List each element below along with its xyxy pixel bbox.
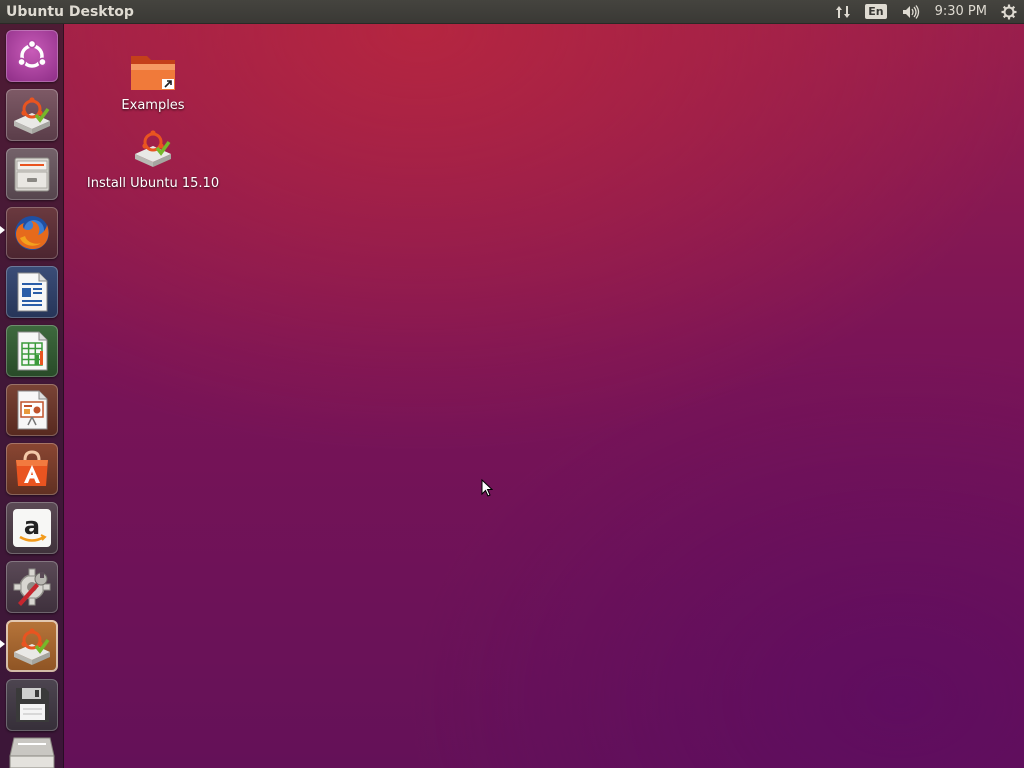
keyboard-layout-label: En [865,4,887,19]
launcher-item-floppy-drive[interactable] [6,679,58,731]
launcher-item-libreoffice-writer[interactable] [6,266,58,318]
svg-text:a: a [24,512,40,540]
launcher-item-amazon[interactable]: a [6,502,58,554]
desktop-icon-examples[interactable]: Examples [113,52,193,113]
folder-link-icon [131,56,175,90]
launcher-item-firefox[interactable] [6,207,58,259]
writer-icon [17,272,48,312]
top-panel: Ubuntu Desktop En 9:30 PM [0,0,1024,24]
running-indicator [0,226,5,234]
installer-icon [14,628,50,665]
mouse-pointer-icon [481,478,494,501]
volume-icon[interactable] [894,0,928,24]
trash-icon [9,737,55,768]
installer-icon [135,130,171,167]
floppy-disk-icon [16,688,49,722]
launcher-item-files[interactable] [6,148,58,200]
launcher-item-libreoffice-calc[interactable] [6,325,58,377]
running-indicator [0,640,5,648]
keyboard-layout-icon[interactable]: En [858,0,893,24]
launcher-item-libreoffice-impress[interactable] [6,384,58,436]
settings-wrench-icon [13,568,51,606]
installer-icon [14,97,50,134]
amazon-icon: a [13,509,51,547]
network-icon[interactable] [828,0,858,24]
launcher-item-install-ubuntu[interactable] [6,89,58,141]
clock-label: 9:30 PM [934,4,987,19]
launcher-item-install-ubuntu-running[interactable] [6,620,58,672]
launcher: a [0,24,64,768]
desktop-icon-install-ubuntu[interactable]: Install Ubuntu 15.10 [83,126,223,191]
file-cabinet-icon [14,157,50,192]
impress-icon [17,390,48,430]
launcher-item-dash-home[interactable] [6,30,58,82]
software-center-icon [16,450,48,486]
launcher-item-trash[interactable] [6,732,58,768]
launcher-item-system-settings[interactable] [6,561,58,613]
ubuntu-logo-icon [17,39,47,68]
firefox-icon [15,216,49,250]
window-title: Ubuntu Desktop [6,3,134,20]
session-gear-icon[interactable] [994,0,1024,24]
indicator-area: En 9:30 PM [828,0,1024,24]
calc-icon [17,331,48,371]
clock[interactable]: 9:30 PM [928,0,994,24]
launcher-item-ubuntu-software[interactable] [6,443,58,495]
desktop-icon-label: Examples [121,98,185,113]
desktop-icon-label: Install Ubuntu 15.10 [86,176,220,191]
